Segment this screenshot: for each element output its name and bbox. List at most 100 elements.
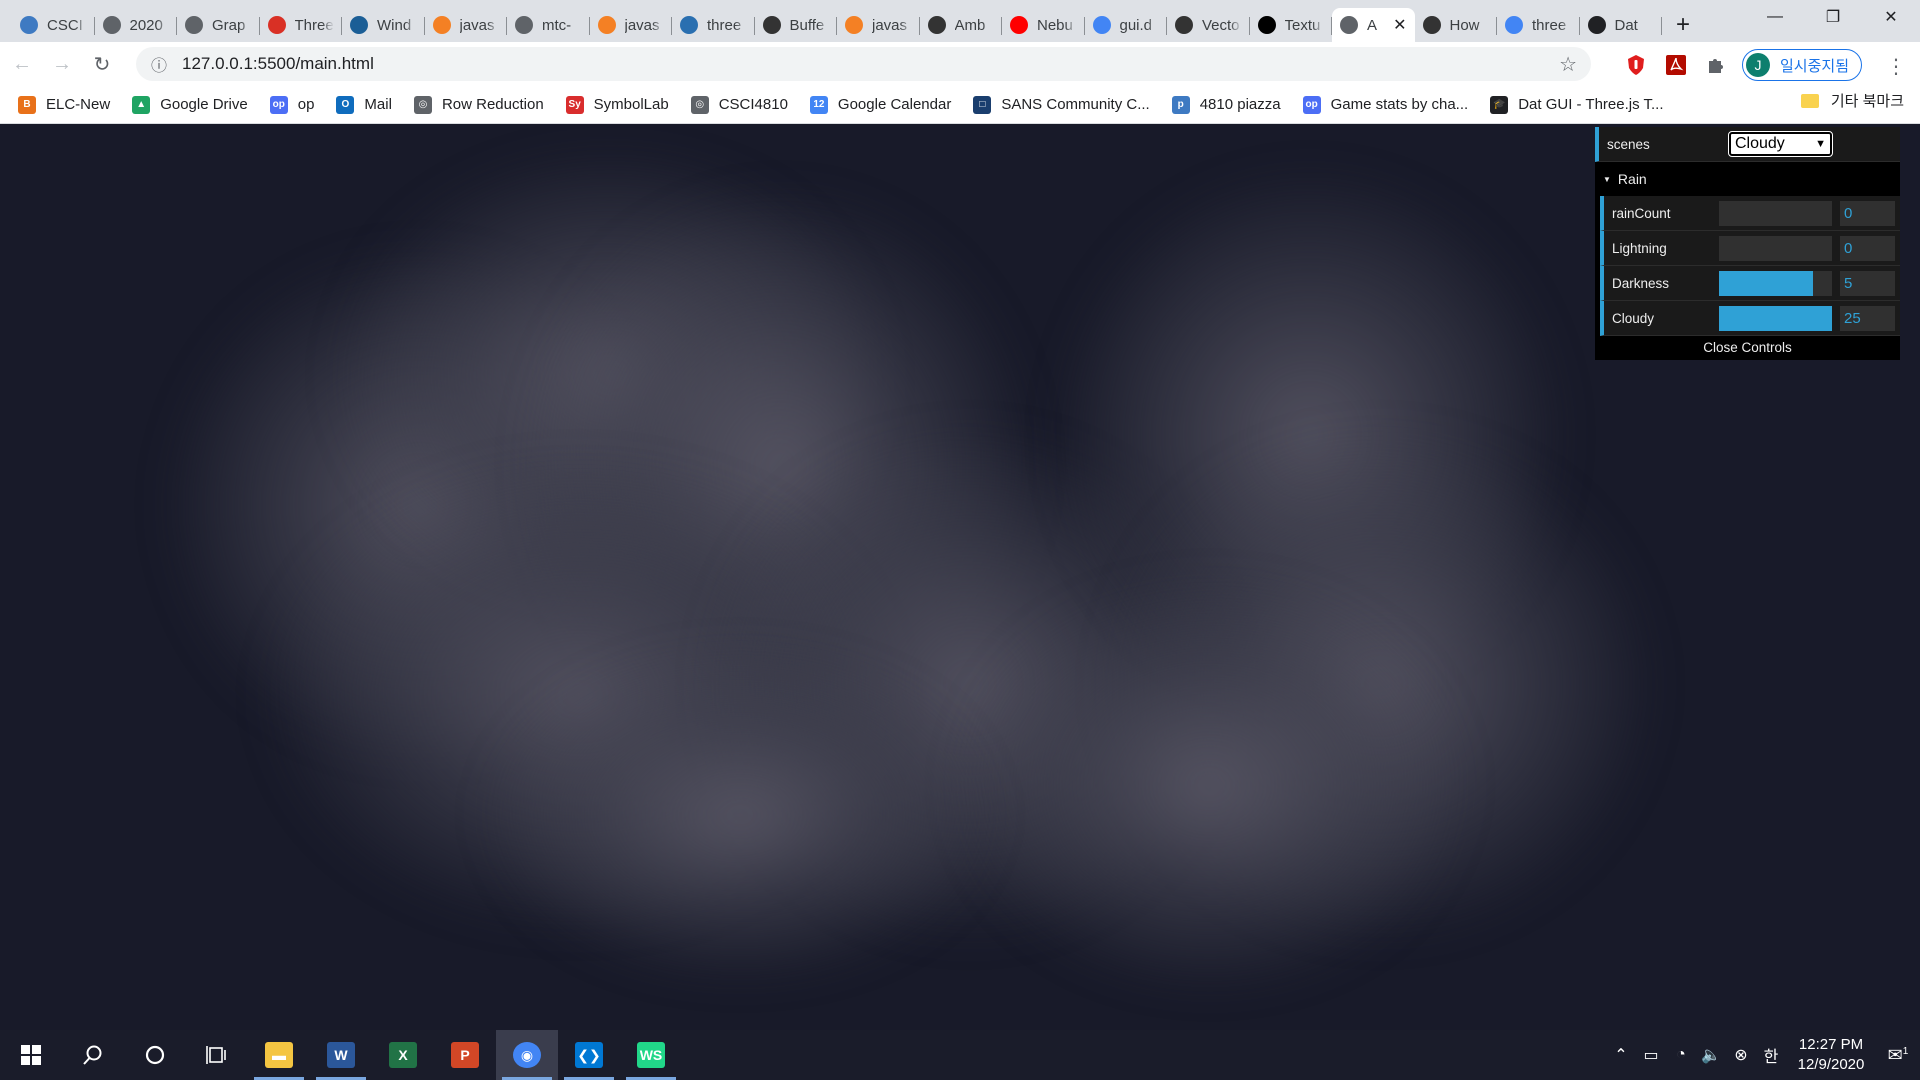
other-bookmarks-button[interactable]: 기타 북마크	[1800, 90, 1904, 111]
taskbar-excel-button[interactable]: X	[372, 1030, 434, 1080]
globe-icon: ◎	[413, 95, 432, 114]
minimize-button[interactable]: —	[1746, 0, 1804, 34]
bookmark-label: op	[297, 96, 315, 113]
tab[interactable]: CSCI	[12, 8, 95, 42]
tabs-list: CSCI 2020 Grap Three Wind javas mtc-javas three…	[0, 0, 1700, 42]
bookmark-item[interactable]: p 4810 piazza	[1170, 90, 1289, 120]
monster-icon	[680, 16, 698, 34]
controller-raincount: rainCount 0	[1600, 196, 1900, 231]
taskbar-chrome-button[interactable]: ◉	[496, 1030, 558, 1080]
tab-active[interactable]: A ✕	[1332, 8, 1415, 42]
vscode-icon: ❮❯	[575, 1042, 603, 1068]
globe-icon	[185, 16, 203, 34]
volume-icon[interactable]: 🔈	[1696, 1045, 1726, 1065]
maximize-button[interactable]: ❐	[1804, 0, 1862, 34]
tab[interactable]: Textu	[1250, 8, 1333, 42]
controller-label: Lightning	[1612, 240, 1667, 256]
profile-button[interactable]: J 일시중지됨	[1742, 49, 1863, 81]
tab-label: Buffe	[789, 16, 825, 34]
bookmark-item[interactable]: □ SANS Community C...	[971, 90, 1157, 120]
close-window-button[interactable]: ✕	[1862, 0, 1920, 34]
bookmark-item[interactable]: O Mail	[334, 90, 400, 120]
bookmark-item[interactable]: 🎓 Dat GUI - Three.js T...	[1488, 90, 1671, 120]
site-info-icon[interactable]: ⓘ	[142, 52, 176, 76]
tab[interactable]: javas	[837, 8, 920, 42]
search-button[interactable]	[62, 1030, 124, 1080]
url-text[interactable]: 127.0.0.1:5500/main.html	[182, 54, 374, 74]
tab-label: Vecto	[1202, 16, 1240, 34]
battery-icon[interactable]: ▭	[1636, 1045, 1666, 1065]
tab[interactable]: Dat	[1580, 8, 1663, 42]
tab[interactable]: three	[672, 8, 755, 42]
bookmark-item[interactable]: ▲ Google Drive	[130, 90, 256, 120]
forward-button[interactable]: →	[44, 46, 80, 82]
tab[interactable]: 2020	[95, 8, 178, 42]
tab[interactable]: gui.d	[1085, 8, 1168, 42]
taskbar-vscode-button[interactable]: ❮❯	[558, 1030, 620, 1080]
tab[interactable]: Vecto	[1167, 8, 1250, 42]
tab[interactable]: Buffe	[755, 8, 838, 42]
bird-icon	[350, 16, 368, 34]
adblock-icon[interactable]	[1620, 49, 1652, 81]
taskbar-webstorm-button[interactable]: WS	[620, 1030, 682, 1080]
tab[interactable]: javas	[590, 8, 673, 42]
tab-label: javas	[624, 16, 660, 34]
bookmark-label: Game stats by cha...	[1330, 96, 1469, 113]
bookmark-item[interactable]: ◎ Row Reduction	[412, 90, 552, 120]
task-view-icon	[206, 1046, 226, 1064]
raincount-slider[interactable]	[1719, 200, 1832, 226]
cortana-button[interactable]	[124, 1030, 186, 1080]
cloudy-slider[interactable]	[1719, 305, 1832, 331]
start-button[interactable]	[0, 1030, 62, 1080]
taskbar-word-button[interactable]: W	[310, 1030, 372, 1080]
lightning-number-input[interactable]: 0	[1840, 235, 1895, 261]
darkness-number-input[interactable]: 5	[1840, 270, 1895, 296]
bookmark-star-icon[interactable]: ☆	[1559, 52, 1577, 77]
taskbar-powerpoint-button[interactable]: P	[434, 1030, 496, 1080]
new-tab-button[interactable]: +	[1666, 8, 1700, 42]
tab[interactable]: Wind	[342, 8, 425, 42]
acrobat-icon[interactable]	[1660, 49, 1692, 81]
stackoverflow-icon	[597, 16, 616, 34]
bookmark-item[interactable]: op Game stats by cha...	[1301, 90, 1477, 120]
cloudy-number-input[interactable]: 25	[1840, 305, 1895, 331]
lightning-slider[interactable]	[1719, 235, 1832, 261]
taskbar-file-explorer-button[interactable]: ▬	[248, 1030, 310, 1080]
clock[interactable]: 12:27 PM 12/9/2020	[1786, 1035, 1876, 1075]
reload-button[interactable]: ↻	[84, 46, 120, 82]
bookmark-item[interactable]: 12 Google Calendar	[808, 90, 959, 120]
scenes-select[interactable]: Cloudy ▼	[1728, 131, 1833, 157]
tab-label: Textu	[1284, 16, 1321, 34]
action-center-button[interactable]: ✉1	[1876, 1045, 1920, 1066]
bookmark-item[interactable]: Sy SymbolLab	[564, 90, 677, 120]
chrome-menu-icon[interactable]: ⋮	[1886, 54, 1906, 79]
close-tab-icon[interactable]: ✕	[1393, 15, 1406, 35]
bookmark-item[interactable]: B ELC-New	[16, 90, 118, 120]
darkness-slider[interactable]	[1719, 270, 1832, 296]
ime-indicator[interactable]: 한	[1756, 1043, 1786, 1067]
bookmark-item[interactable]: op op	[268, 90, 323, 120]
folder-icon: ▬	[265, 1042, 293, 1068]
tab[interactable]: Three	[260, 8, 343, 42]
mic-muted-icon[interactable]: ⊗	[1726, 1045, 1756, 1065]
bookmark-item[interactable]: ◎ CSCI4810	[689, 90, 796, 120]
tab[interactable]: mtc-	[507, 8, 590, 42]
tab[interactable]: Nebu	[1002, 8, 1085, 42]
tab[interactable]: Amb	[920, 8, 1003, 42]
close-controls-button[interactable]: Close Controls	[1595, 336, 1900, 360]
tab[interactable]: javas	[425, 8, 508, 42]
wifi-icon[interactable]: ◔	[1666, 1046, 1696, 1064]
task-view-button[interactable]	[186, 1030, 248, 1080]
address-bar[interactable]: ⓘ 127.0.0.1:5500/main.html ☆	[136, 47, 1591, 81]
back-button[interactable]: ←	[4, 46, 40, 82]
tab[interactable]: three	[1497, 8, 1580, 42]
bookmark-label: SANS Community C...	[1001, 96, 1150, 113]
tab[interactable]: Grap	[177, 8, 260, 42]
bookmark-label: Google Calendar	[837, 96, 952, 113]
tab[interactable]: How	[1415, 8, 1498, 42]
raincount-number-input[interactable]: 0	[1840, 200, 1895, 226]
chevron-up-icon[interactable]: ⌃	[1606, 1045, 1636, 1065]
rain-folder-title[interactable]: ▼ Rain	[1595, 162, 1900, 196]
piazza-icon: p	[1171, 95, 1190, 114]
extensions-puzzle-icon[interactable]	[1700, 49, 1732, 81]
